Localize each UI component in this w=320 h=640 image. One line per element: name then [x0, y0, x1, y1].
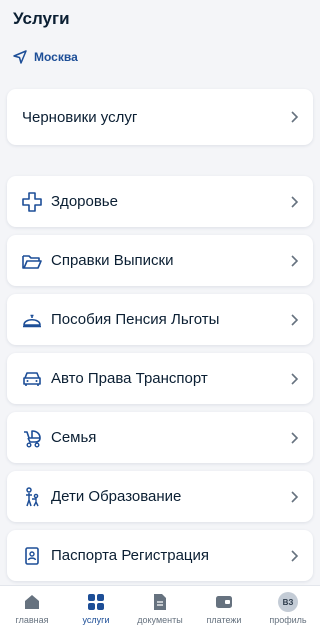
folder-icon: [22, 254, 42, 269]
location-city: Москва: [34, 50, 78, 64]
service-item-family[interactable]: Семья: [7, 412, 313, 463]
chevron-right-icon: [291, 195, 299, 208]
nav-home-label: главная: [15, 615, 49, 625]
cloche-icon: [23, 314, 41, 327]
service-item-health[interactable]: Здоровье: [7, 176, 313, 227]
bottom-navigation: главная услуги документы платежи ВЗ проф…: [0, 585, 320, 640]
document-icon: [154, 594, 166, 610]
chevron-right-icon: [291, 313, 299, 326]
page-title: Услуги: [13, 9, 70, 28]
drafts-card[interactable]: Черновики услуг: [7, 89, 313, 145]
nav-services-label: услуги: [82, 615, 110, 625]
stroller-icon: [24, 429, 41, 448]
medical-cross-icon: [22, 191, 42, 212]
parent-child-icon: [26, 486, 39, 506]
nav-home[interactable]: главная: [0, 586, 64, 625]
chevron-right-icon: [291, 111, 299, 123]
service-item-certificates[interactable]: Справки Выписки: [7, 235, 313, 286]
service-label: Справки Выписки: [51, 252, 174, 269]
grid-icon: [88, 594, 104, 610]
drafts-label: Черновики услуг: [22, 108, 138, 126]
service-label: Авто Права Транспорт: [51, 370, 208, 387]
service-label: Пособия Пенсия Льготы: [51, 311, 220, 328]
chevron-right-icon: [291, 372, 299, 385]
home-icon: [25, 595, 39, 609]
car-icon: [23, 371, 41, 386]
nav-documents[interactable]: документы: [128, 586, 192, 625]
avatar: ВЗ: [278, 592, 298, 612]
service-item-transport[interactable]: Авто Права Транспорт: [7, 353, 313, 404]
service-label: Дети Образование: [51, 488, 182, 505]
nav-services[interactable]: услуги: [64, 586, 128, 625]
nav-documents-label: документы: [137, 615, 183, 625]
navigation-arrow-icon: [13, 50, 27, 64]
wallet-icon: [216, 596, 232, 608]
nav-profile-label: профиль: [269, 615, 307, 625]
chevron-right-icon: [291, 431, 299, 444]
service-label: Здоровье: [51, 193, 118, 210]
service-item-passports[interactable]: Паспорта Регистрация: [7, 530, 313, 581]
chevron-right-icon: [291, 254, 299, 267]
location-selector[interactable]: Москва: [12, 49, 78, 65]
chevron-right-icon: [291, 490, 299, 503]
chevron-right-icon: [291, 549, 299, 562]
nav-profile[interactable]: ВЗ профиль: [256, 586, 320, 625]
service-label: Паспорта Регистрация: [51, 547, 209, 564]
service-item-children-education[interactable]: Дети Образование: [7, 471, 313, 522]
service-label: Семья: [51, 429, 97, 446]
nav-payments[interactable]: платежи: [192, 586, 256, 625]
service-item-benefits[interactable]: Пособия Пенсия Льготы: [7, 294, 313, 345]
passport-icon: [25, 546, 39, 565]
nav-payments-label: платежи: [206, 615, 242, 625]
